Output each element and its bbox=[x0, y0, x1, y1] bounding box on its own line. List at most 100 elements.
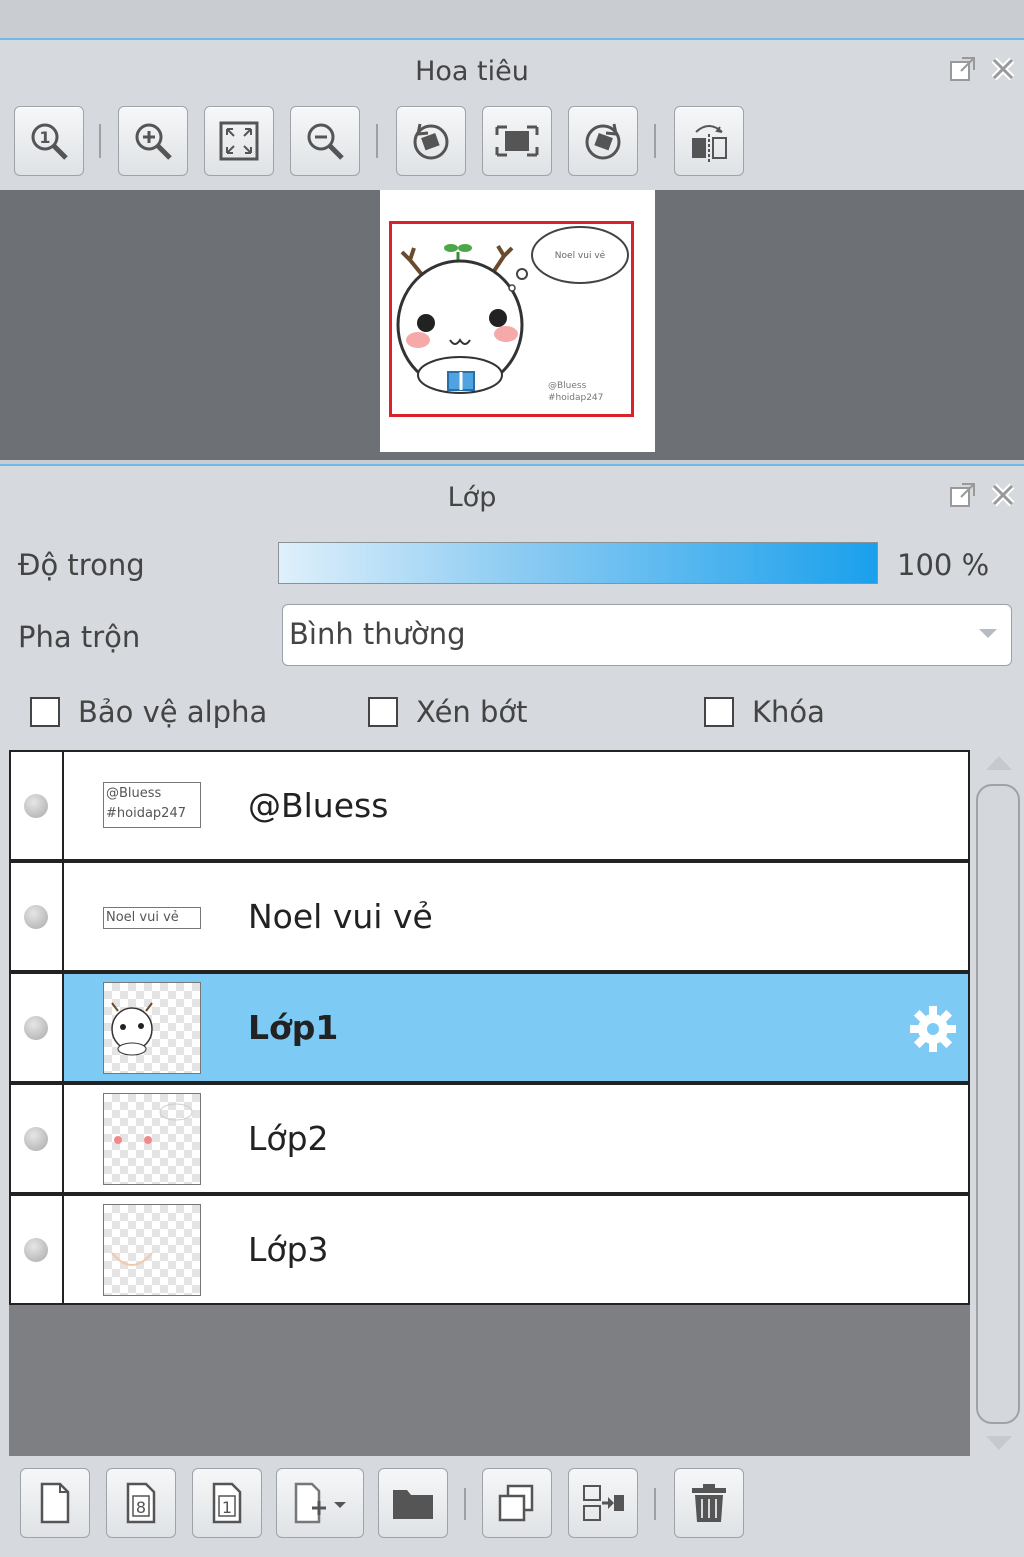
layer-8bit-icon: 8 bbox=[126, 1482, 156, 1524]
top-strip bbox=[0, 0, 1024, 38]
zoom-out-button[interactable] bbox=[290, 106, 360, 176]
zoom-out-icon bbox=[307, 123, 344, 160]
blend-mode-select[interactable]: Bình thường bbox=[282, 604, 1012, 666]
visibility-toggle[interactable] bbox=[11, 974, 64, 1081]
lock-checkbox[interactable] bbox=[704, 697, 734, 727]
fit-window-button[interactable] bbox=[204, 106, 274, 176]
protect-alpha-checkbox[interactable] bbox=[30, 697, 60, 727]
duplicate-icon bbox=[498, 1484, 534, 1522]
toolbar-separator bbox=[654, 1488, 656, 1520]
layer-thumbnail: @Bluess #hoidap247 bbox=[103, 782, 201, 828]
navigator-view-frame[interactable] bbox=[389, 221, 634, 417]
layers-title: Lớp bbox=[447, 482, 497, 513]
chevron-down-icon bbox=[979, 629, 997, 638]
close-icon bbox=[991, 483, 1015, 507]
layer-name: Lớp3 bbox=[248, 1230, 329, 1269]
protect-alpha-label: Bảo vệ alpha bbox=[78, 695, 268, 729]
opacity-value: 100 % bbox=[897, 548, 990, 582]
layer-1bit-icon: 1 bbox=[212, 1482, 242, 1524]
layer-thumbnail bbox=[103, 1093, 201, 1185]
add-layer-icon bbox=[294, 1482, 346, 1524]
clipping-checkbox[interactable] bbox=[368, 697, 398, 727]
shading-thumbnail-icon bbox=[111, 1252, 153, 1266]
layers-panel: Lớp Độ trong 100 % Pha trộn Bình thường … bbox=[0, 466, 1024, 1557]
new-folder-button[interactable] bbox=[378, 1468, 448, 1538]
visibility-dot-icon bbox=[24, 794, 48, 818]
blend-mode-value: Bình thường bbox=[289, 617, 466, 651]
delete-layer-button[interactable] bbox=[674, 1468, 744, 1538]
navigator-view[interactable]: Noel vui vẻ @Bluess #hoidap247 bbox=[0, 190, 1024, 460]
rotate-right-button[interactable] bbox=[568, 106, 638, 176]
reset-view-icon bbox=[495, 125, 539, 157]
toolbar-separator bbox=[464, 1488, 466, 1520]
fit-window-icon bbox=[219, 121, 259, 161]
popout-icon bbox=[950, 57, 975, 81]
visibility-dot-icon bbox=[24, 1127, 48, 1151]
flip-horizontal-icon bbox=[692, 125, 727, 162]
layers-close-button[interactable] bbox=[986, 478, 1020, 512]
popout-icon bbox=[950, 483, 975, 507]
svg-text:8: 8 bbox=[136, 1498, 146, 1517]
thumbnail-text-line2: #hoidap247 bbox=[106, 806, 186, 821]
visibility-toggle[interactable] bbox=[11, 752, 64, 859]
flip-horizontal-button[interactable] bbox=[674, 106, 744, 176]
layer-row-lop2[interactable]: Lớp2 bbox=[9, 1083, 970, 1194]
layer-row-lop1[interactable]: Lớp1 bbox=[9, 972, 970, 1083]
add-layer-dropdown-button[interactable] bbox=[276, 1468, 364, 1538]
blush-thumbnail-icon bbox=[114, 1103, 193, 1144]
visibility-toggle[interactable] bbox=[11, 1196, 64, 1303]
visibility-dot-icon bbox=[24, 905, 48, 929]
layer-thumbnail bbox=[103, 982, 201, 1074]
merge-down-button[interactable] bbox=[568, 1468, 638, 1538]
zoom-in-button[interactable] bbox=[118, 106, 188, 176]
merge-layer-icon bbox=[583, 1485, 624, 1521]
toolbar-separator bbox=[99, 124, 101, 158]
new-8bit-layer-button[interactable]: 8 bbox=[106, 1468, 176, 1538]
clipping-label: Xén bớt bbox=[416, 695, 528, 729]
scrollbar-thumb[interactable] bbox=[976, 784, 1020, 1424]
zoom-actual-size-icon: 1 bbox=[31, 123, 68, 160]
scroll-down-arrow-icon[interactable] bbox=[986, 1436, 1012, 1450]
layer-row-noel[interactable]: Noel vui vẻ Noel vui vẻ bbox=[9, 861, 970, 972]
toolbar-separator bbox=[654, 124, 656, 158]
navigator-canvas-preview[interactable]: Noel vui vẻ @Bluess #hoidap247 bbox=[380, 190, 655, 452]
thumbnail-text-line1: @Bluess bbox=[106, 786, 162, 801]
visibility-toggle[interactable] bbox=[11, 863, 64, 970]
navigator-title: Hoa tiêu bbox=[415, 56, 529, 87]
layer-name: Lớp1 bbox=[248, 1008, 339, 1047]
new-color-layer-button[interactable] bbox=[20, 1468, 90, 1538]
layer-thumbnail: Noel vui vẻ bbox=[103, 907, 201, 929]
rotate-left-icon bbox=[413, 123, 449, 160]
layer-list-scrollbar[interactable] bbox=[974, 750, 1024, 1456]
zoom-100-button[interactable]: 1 bbox=[14, 106, 84, 176]
folder-icon bbox=[393, 1490, 433, 1519]
scroll-up-arrow-icon[interactable] bbox=[986, 756, 1012, 770]
layer-row-lop3[interactable]: Lớp3 bbox=[9, 1194, 970, 1305]
blend-label: Pha trộn bbox=[18, 620, 141, 654]
gear-icon[interactable] bbox=[908, 1004, 958, 1054]
lock-label: Khóa bbox=[752, 695, 825, 729]
layer-name: Noel vui vẻ bbox=[248, 897, 433, 936]
svg-text:1: 1 bbox=[222, 1498, 232, 1517]
layer-row-bluess[interactable]: @Bluess #hoidap247 @Bluess bbox=[9, 750, 970, 861]
layer-thumbnail bbox=[103, 1204, 201, 1296]
layers-bottom-toolbar: 8 1 bbox=[0, 1456, 1024, 1557]
layers-popout-button[interactable] bbox=[946, 478, 980, 512]
new-1bit-layer-button[interactable]: 1 bbox=[192, 1468, 262, 1538]
opacity-label: Độ trong bbox=[18, 548, 145, 582]
reset-rotation-button[interactable] bbox=[482, 106, 552, 176]
visibility-toggle[interactable] bbox=[11, 1085, 64, 1192]
navigator-close-button[interactable] bbox=[986, 52, 1020, 86]
svg-text:1: 1 bbox=[39, 128, 50, 147]
opacity-slider[interactable] bbox=[278, 542, 878, 584]
rotate-left-button[interactable] bbox=[396, 106, 466, 176]
trash-icon bbox=[692, 1484, 726, 1522]
navigator-popout-button[interactable] bbox=[946, 52, 980, 86]
visibility-dot-icon bbox=[24, 1016, 48, 1040]
duplicate-layer-button[interactable] bbox=[482, 1468, 552, 1538]
close-icon bbox=[991, 57, 1015, 81]
toolbar-separator bbox=[376, 124, 378, 158]
new-page-icon bbox=[40, 1482, 70, 1524]
character-thumbnail-icon bbox=[111, 1002, 153, 1056]
layer-list: @Bluess #hoidap247 @Bluess Noel vui vẻ N… bbox=[9, 750, 970, 1456]
